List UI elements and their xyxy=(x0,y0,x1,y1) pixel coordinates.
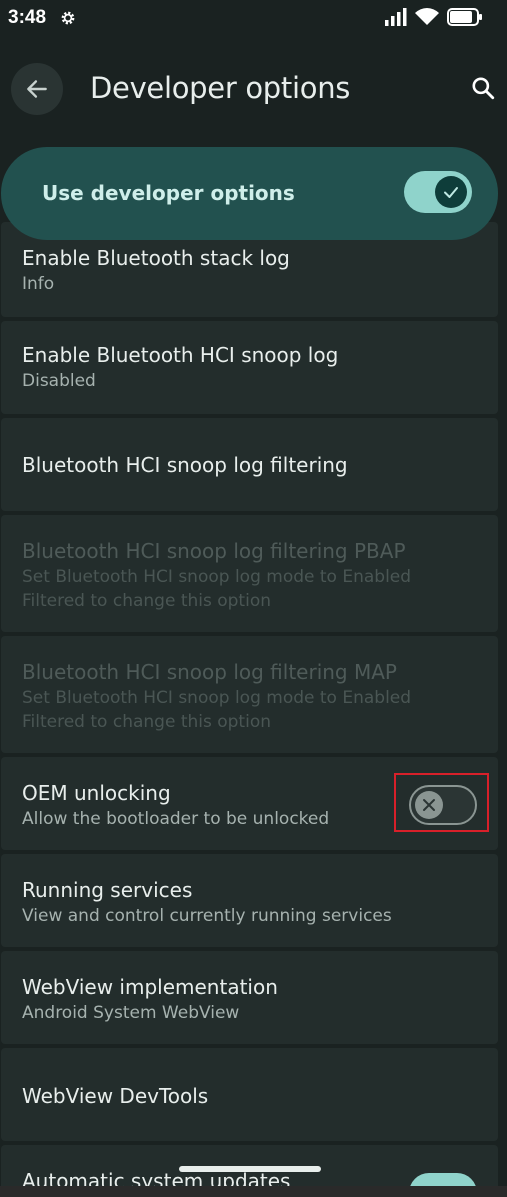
item-subtitle: Filtered to change this option xyxy=(22,712,271,732)
list-item-bt-hci-snoop-log[interactable]: Enable Bluetooth HCI snoop log Disabled xyxy=(1,321,498,414)
arrow-back-icon xyxy=(27,80,47,98)
status-time: 3:48 xyxy=(8,7,47,28)
highlight-box xyxy=(394,773,489,832)
item-title: Enable Bluetooth HCI snoop log xyxy=(22,343,339,367)
wifi-icon xyxy=(415,8,439,25)
use-developer-options-card[interactable]: Use developer options xyxy=(1,147,498,240)
developer-options-toggle[interactable] xyxy=(404,171,472,213)
check-icon xyxy=(444,187,458,198)
list-item-hci-filtering-pbap: Bluetooth HCI snoop log filtering PBAP S… xyxy=(1,515,498,632)
status-icons xyxy=(385,8,483,26)
search-icon xyxy=(472,77,495,100)
item-title: OEM unlocking xyxy=(22,781,171,805)
item-title: Bluetooth HCI snoop log filtering xyxy=(22,453,348,477)
back-button[interactable] xyxy=(11,63,63,115)
toggle-thumb xyxy=(435,176,467,208)
item-title: Running services xyxy=(22,878,193,902)
signal-icon xyxy=(385,8,407,26)
list-item-hci-filtering-map: Bluetooth HCI snoop log filtering MAP Se… xyxy=(1,636,498,753)
item-title: WebView implementation xyxy=(22,975,278,999)
status-bar: 3:48 xyxy=(0,0,507,38)
item-subtitle: Android System WebView xyxy=(22,1003,240,1023)
item-subtitle: Set Bluetooth HCI snoop log mode to Enab… xyxy=(22,567,412,587)
item-title: Bluetooth HCI snoop log filtering PBAP xyxy=(22,539,406,563)
list-item-webview-devtools[interactable]: WebView DevTools xyxy=(1,1048,498,1141)
item-subtitle: Info xyxy=(22,274,55,294)
item-subtitle: Disabled xyxy=(22,371,96,391)
master-switch-label: Use developer options xyxy=(42,181,295,205)
item-subtitle: Set Bluetooth HCI snoop log mode to Enab… xyxy=(22,688,412,708)
gear-icon xyxy=(61,11,75,25)
page-title: Developer options xyxy=(90,71,351,105)
item-subtitle: View and control currently running servi… xyxy=(22,906,392,926)
item-title: Enable Bluetooth stack log xyxy=(22,246,290,270)
battery-icon xyxy=(447,8,482,26)
search-button[interactable] xyxy=(467,72,499,104)
item-title: WebView DevTools xyxy=(22,1084,209,1108)
item-title: Bluetooth HCI snoop log filtering MAP xyxy=(22,660,397,684)
navigation-bar xyxy=(0,1186,507,1197)
list-item-webview-implementation[interactable]: WebView implementation Android System We… xyxy=(1,951,498,1044)
home-indicator[interactable] xyxy=(179,1166,321,1172)
list-item-hci-snoop-filtering[interactable]: Bluetooth HCI snoop log filtering xyxy=(1,418,498,511)
item-subtitle: Filtered to change this option xyxy=(22,591,271,611)
item-subtitle: Allow the bootloader to be unlocked xyxy=(22,809,330,829)
app-bar: Developer options xyxy=(0,52,507,124)
list-item-running-services[interactable]: Running services View and control curren… xyxy=(1,854,498,947)
